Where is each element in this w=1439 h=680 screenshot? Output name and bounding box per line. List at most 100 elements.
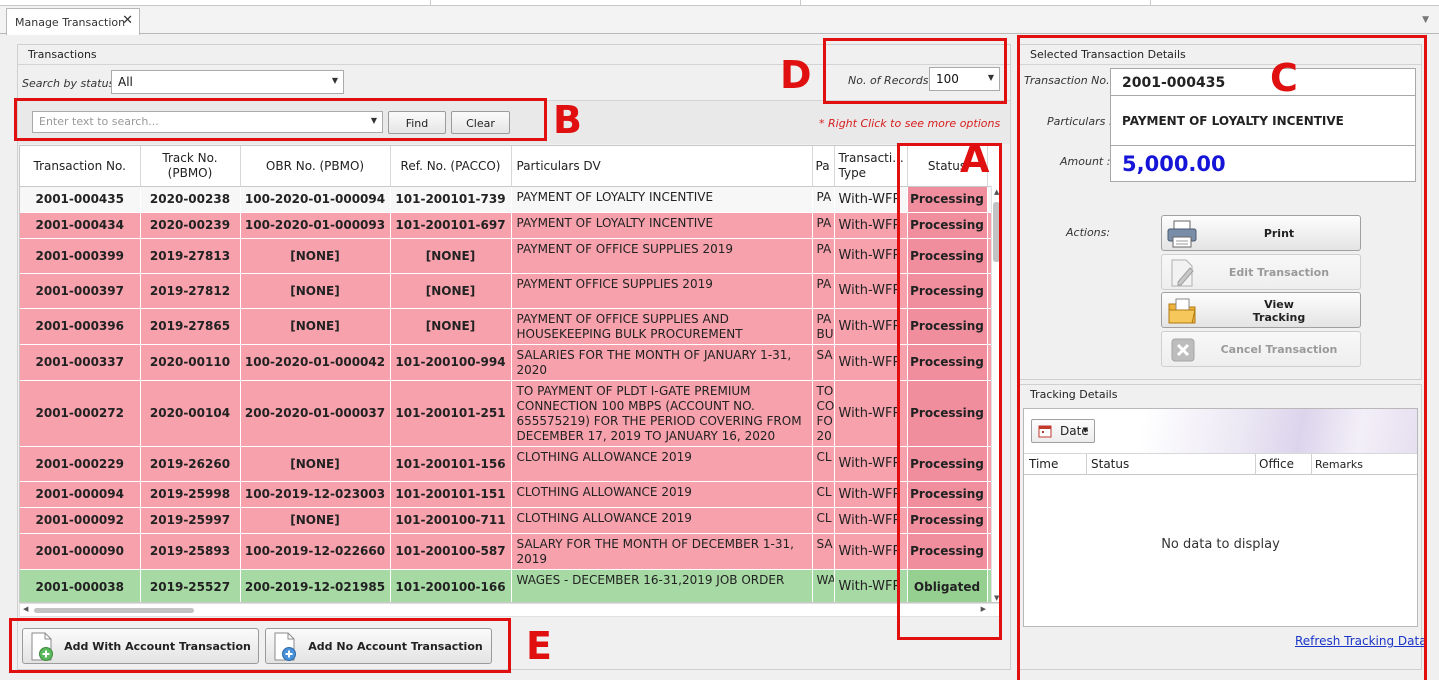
cell-transaction-no: 2001-000229 bbox=[20, 446, 141, 482]
grid-horizontal-thumb[interactable] bbox=[34, 608, 194, 613]
cell-obr-no: 100-2020-01-000093 bbox=[240, 212, 391, 239]
cell-particulars: CLOTHING ALLOWANCE 2019 bbox=[511, 446, 813, 482]
table-row[interactable]: 2001-000435 2020-00238 100-2020-01-000094 1… bbox=[20, 186, 1001, 213]
cell-particulars: PAYMENT OF OFFICE SUPPLIES 2019 bbox=[511, 238, 813, 274]
cell-pa: PA BU bbox=[812, 308, 835, 345]
cell-transaction-no: 2001-000038 bbox=[20, 569, 141, 602]
cell-track-no: 2019-25997 bbox=[140, 507, 241, 534]
cell-ref-no: 101-200101-697 bbox=[390, 212, 512, 239]
cell-obr-no: [NONE] bbox=[240, 238, 391, 274]
cell-pa: PA bbox=[812, 212, 835, 239]
col-transaction-no[interactable]: Transaction No. bbox=[20, 146, 141, 187]
annotation-label-e: E bbox=[526, 624, 552, 668]
cell-track-no: 2019-25998 bbox=[140, 481, 241, 508]
table-row[interactable]: 2001-000434 2020-00239 100-2020-01-000093 1… bbox=[20, 212, 1001, 239]
table-row[interactable]: 2001-000094 2019-25998 100-2019-12-023003 1… bbox=[20, 481, 1001, 508]
cell-transaction-no: 2001-000397 bbox=[20, 273, 141, 309]
cell-pa: PA bbox=[812, 238, 835, 274]
scroll-left-icon[interactable]: ◀ bbox=[23, 605, 28, 613]
cell-pa: CL bbox=[812, 446, 835, 482]
cell-ref-no: 101-200101-156 bbox=[390, 446, 512, 482]
cell-transaction-no: 2001-000435 bbox=[20, 186, 141, 213]
cell-obr-no: [NONE] bbox=[240, 273, 391, 309]
col-pa[interactable]: Pa bbox=[812, 146, 835, 187]
annotation-box-d bbox=[823, 38, 1007, 104]
cell-track-no: 2020-00110 bbox=[140, 344, 241, 381]
grid-horizontal-scrollbar[interactable]: ◀ ▶ bbox=[19, 603, 1002, 617]
cell-transaction-no: 2001-000337 bbox=[20, 344, 141, 381]
cell-track-no: 2019-27865 bbox=[140, 308, 241, 345]
cell-obr-no: [NONE] bbox=[240, 446, 391, 482]
annotation-box-b bbox=[14, 98, 547, 141]
cell-particulars: CLOTHING ALLOWANCE 2019 bbox=[511, 481, 813, 508]
table-row[interactable]: 2001-000396 2019-27865 [NONE] [NONE] PAYMENT… bbox=[20, 308, 1001, 345]
annotation-label-b: B bbox=[553, 98, 582, 142]
table-row[interactable]: 2001-000399 2019-27813 [NONE] [NONE] PAYMENT… bbox=[20, 238, 1001, 274]
tab-title: Manage Transaction bbox=[15, 16, 126, 29]
close-icon[interactable]: ✕ bbox=[122, 13, 133, 28]
cell-ref-no: [NONE] bbox=[390, 238, 512, 274]
table-row[interactable]: 2001-000272 2020-00104 200-2020-01-000037 1… bbox=[20, 380, 1001, 447]
table-row[interactable]: 2001-000337 2020-00110 100-2020-01-000042 1… bbox=[20, 344, 1001, 381]
cell-particulars: PAYMENT OFFICE SUPPLIES 2019 bbox=[511, 273, 813, 309]
search-status-label: Search by status: bbox=[22, 77, 119, 90]
annotation-label-a: A bbox=[960, 137, 990, 181]
cell-pa: CL bbox=[812, 481, 835, 508]
annotation-label-c: C bbox=[1270, 56, 1298, 100]
cell-pa: CL bbox=[812, 507, 835, 534]
cell-ref-no: 101-200100-994 bbox=[390, 344, 512, 381]
annotation-box-c bbox=[1017, 35, 1427, 680]
cell-ref-no: [NONE] bbox=[390, 308, 512, 345]
col-particulars[interactable]: Particulars DV bbox=[511, 146, 813, 187]
col-ref-no[interactable]: Ref. No. (PACCO) bbox=[390, 146, 512, 187]
cell-track-no: 2019-25527 bbox=[140, 569, 241, 602]
table-row[interactable]: 2001-000090 2019-25893 100-2019-12-022660 1… bbox=[20, 533, 1001, 570]
tab-manage-transaction[interactable]: Manage Transaction ✕ bbox=[6, 8, 140, 35]
cell-particulars: SALARY FOR THE MONTH OF DECEMBER 1-31, 2… bbox=[511, 533, 813, 570]
cell-obr-no: 100-2019-12-023003 bbox=[240, 481, 391, 508]
cell-particulars: PAYMENT OF LOYALTY INCENTIVE bbox=[511, 212, 813, 239]
cell-transaction-no: 2001-000272 bbox=[20, 380, 141, 447]
cell-ref-no: 101-200100-587 bbox=[390, 533, 512, 570]
cell-transaction-no: 2001-000092 bbox=[20, 507, 141, 534]
cell-particulars: CLOTHING ALLOWANCE 2019 bbox=[511, 507, 813, 534]
right-click-hint: * Right Click to see more options bbox=[819, 117, 1001, 130]
cell-pa: WA bbox=[812, 569, 835, 602]
transactions-grid[interactable]: Transaction No. Track No. (PBMO) OBR No.… bbox=[19, 145, 1002, 603]
cell-track-no: 2020-00239 bbox=[140, 212, 241, 239]
tab-menu-icon[interactable]: ▼ bbox=[1422, 15, 1429, 25]
col-obr-no[interactable]: OBR No. (PBMO) bbox=[240, 146, 391, 187]
cell-track-no: 2020-00104 bbox=[140, 380, 241, 447]
annotation-box-a bbox=[897, 143, 1002, 640]
cell-transaction-no: 2001-000090 bbox=[20, 533, 141, 570]
cell-transaction-no: 2001-000396 bbox=[20, 308, 141, 345]
annotation-label-d: D bbox=[780, 53, 812, 97]
status-filter-select[interactable]: All ▼ bbox=[111, 70, 344, 94]
cell-obr-no: 200-2019-12-021985 bbox=[240, 569, 391, 602]
cell-transaction-no: 2001-000094 bbox=[20, 481, 141, 508]
cell-ref-no: 101-200101-739 bbox=[390, 186, 512, 213]
cell-particulars: TO PAYMENT OF PLDT I-GATE PREMIUM CONNEC… bbox=[511, 380, 813, 447]
status-filter-value: All bbox=[118, 75, 133, 89]
table-row[interactable]: 2001-000092 2019-25997 [NONE] 101-200100-71… bbox=[20, 507, 1001, 534]
col-track-no[interactable]: Track No. (PBMO) bbox=[140, 146, 241, 187]
cell-track-no: 2019-25893 bbox=[140, 533, 241, 570]
tab-bar: Manage Transaction ✕ ▼ bbox=[0, 6, 1439, 35]
cell-obr-no: 100-2020-01-000094 bbox=[240, 186, 391, 213]
cell-pa: SA bbox=[812, 344, 835, 381]
transactions-group-title: Transactions bbox=[28, 48, 97, 61]
cell-pa: PA bbox=[812, 273, 835, 309]
cell-obr-no: 100-2020-01-000042 bbox=[240, 344, 391, 381]
cell-pa: TO CO FO 20 bbox=[812, 380, 835, 447]
table-row[interactable]: 2001-000038 2019-25527 200-2019-12-021985 1… bbox=[20, 569, 1001, 602]
cell-ref-no: 101-200100-711 bbox=[390, 507, 512, 534]
chevron-down-icon: ▼ bbox=[331, 76, 338, 85]
cell-obr-no: 200-2020-01-000037 bbox=[240, 380, 391, 447]
cell-ref-no: 101-200100-166 bbox=[390, 569, 512, 602]
cell-obr-no: 100-2019-12-022660 bbox=[240, 533, 391, 570]
grid-header-row: Transaction No. Track No. (PBMO) OBR No.… bbox=[20, 146, 1001, 187]
table-row[interactable]: 2001-000229 2019-26260 [NONE] 101-200101-15… bbox=[20, 446, 1001, 482]
table-row[interactable]: 2001-000397 2019-27812 [NONE] [NONE] PAYMENT… bbox=[20, 273, 1001, 309]
cell-obr-no: [NONE] bbox=[240, 308, 391, 345]
annotation-box-e bbox=[9, 618, 511, 673]
